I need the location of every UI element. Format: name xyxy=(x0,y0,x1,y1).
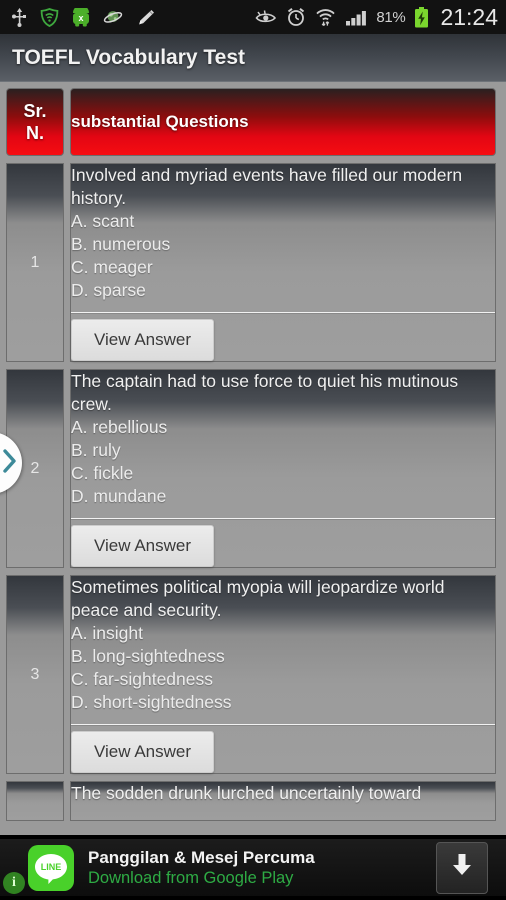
battery-percent-label: 81% xyxy=(376,8,406,26)
option-b[interactable]: B. numerous xyxy=(71,233,495,256)
app-title-bar: TOEFL Vocabulary Test xyxy=(0,34,506,82)
option-b[interactable]: B. ruly xyxy=(71,439,495,462)
vpn-shield-icon xyxy=(40,7,59,27)
chevron-right-icon xyxy=(2,448,18,479)
cell-question: Sometimes political myopia will jeopardi… xyxy=(70,575,496,774)
eye-icon xyxy=(255,9,277,25)
planet-icon xyxy=(103,8,123,27)
svg-text:LINE: LINE xyxy=(41,862,62,872)
view-answer-button[interactable]: View Answer xyxy=(71,731,215,773)
view-answer-button[interactable]: View Answer xyxy=(71,525,215,567)
line-app-logo-icon: LINE xyxy=(28,844,74,891)
row-separator-line xyxy=(71,518,495,519)
cell-question: The captain had to use force to quiet hi… xyxy=(70,369,496,568)
table-row[interactable]: 1 Involved and myriad events have filled … xyxy=(6,163,496,362)
question-text: Sometimes political myopia will jeopardi… xyxy=(71,577,445,620)
download-arrow-icon xyxy=(449,851,475,884)
ad-info-badge[interactable]: i xyxy=(3,872,25,894)
row-separator-line xyxy=(71,724,495,725)
question-text: The sodden drunk lurched uncertainly tow… xyxy=(71,783,422,803)
header-serial-line1: Sr. xyxy=(23,101,47,121)
row-gap xyxy=(6,568,496,575)
header-cell-question: substantial Questions xyxy=(70,88,496,156)
view-answer-button[interactable]: View Answer xyxy=(71,319,215,361)
status-bar-clock: 21:24 xyxy=(440,3,498,30)
option-a[interactable]: A. insight xyxy=(71,622,495,645)
status-bar: x 81% 21:24 xyxy=(0,0,506,34)
option-d[interactable]: D. short-sightedness xyxy=(71,691,495,714)
questions-scroll-area[interactable]: Sr. N. substantial Questions 1 Involved and … xyxy=(0,82,506,835)
usb-icon xyxy=(12,7,27,27)
app-root: x 81% 21:24 TOEFL Vocabulary Test Sr. N.… xyxy=(0,0,506,900)
ad-subtitle: Download from Google Play xyxy=(88,868,294,887)
svg-text:x: x xyxy=(78,13,83,23)
ad-text-block: Panggilan & Mesej Percuma Download from … xyxy=(88,847,436,889)
header-serial-line2: N. xyxy=(26,123,44,143)
wifi-transfer-icon xyxy=(315,8,336,27)
question-text: The captain had to use force to quiet hi… xyxy=(71,371,459,414)
cell-question: The sodden drunk lurched uncertainly tow… xyxy=(70,781,496,821)
table-header-row: Sr. N. substantial Questions xyxy=(6,88,496,156)
battery-charging-icon xyxy=(414,6,429,28)
questions-table-body: Sr. N. substantial Questions 1 Involved and … xyxy=(6,88,496,821)
android-robot-icon: x xyxy=(72,7,90,27)
option-d[interactable]: D. mundane xyxy=(71,485,495,508)
cell-serial-number xyxy=(6,781,64,821)
option-a[interactable]: A. rebellious xyxy=(71,416,495,439)
table-row[interactable]: 2 The captain had to use force to quiet h… xyxy=(6,369,496,568)
question-text: Involved and myriad events have filled o… xyxy=(71,165,463,208)
cell-serial-number: 3 xyxy=(6,575,64,774)
table-row[interactable]: 3 Sometimes political myopia will jeopard… xyxy=(6,575,496,774)
alarm-clock-icon xyxy=(286,7,306,27)
row-gap xyxy=(6,156,496,163)
page-title: TOEFL Vocabulary Test xyxy=(12,45,246,69)
ad-download-button[interactable] xyxy=(436,841,488,894)
row-separator-line xyxy=(71,312,495,313)
ad-banner-inner[interactable]: LINE Panggilan & Mesej Percuma Download … xyxy=(0,839,506,896)
option-c[interactable]: C. fickle xyxy=(71,462,495,485)
questions-table: Sr. N. substantial Questions 1 Involved and … xyxy=(6,88,496,821)
option-c[interactable]: C. meager xyxy=(71,256,495,279)
option-c[interactable]: C. far-sightedness xyxy=(71,668,495,691)
option-a[interactable]: A. scant xyxy=(71,210,495,233)
row-gap xyxy=(6,362,496,369)
status-bar-left-icons: x xyxy=(12,7,156,27)
option-b[interactable]: B. long-sightedness xyxy=(71,645,495,668)
ad-title: Panggilan & Mesej Percuma xyxy=(88,847,315,867)
cell-question: Involved and myriad events have filled o… xyxy=(70,163,496,362)
cell-serial-number: 1 xyxy=(6,163,64,362)
pencil-icon xyxy=(136,8,156,27)
table-row[interactable]: The sodden drunk lurched uncertainly tow… xyxy=(6,781,496,821)
ad-banner[interactable]: LINE Panggilan & Mesej Percuma Download … xyxy=(0,835,506,900)
status-bar-right-icons: 81% 21:24 xyxy=(255,4,498,31)
signal-bars-icon xyxy=(345,8,367,26)
header-cell-serial: Sr. N. xyxy=(6,88,64,156)
option-d[interactable]: D. sparse xyxy=(71,279,495,302)
row-gap xyxy=(6,774,496,781)
